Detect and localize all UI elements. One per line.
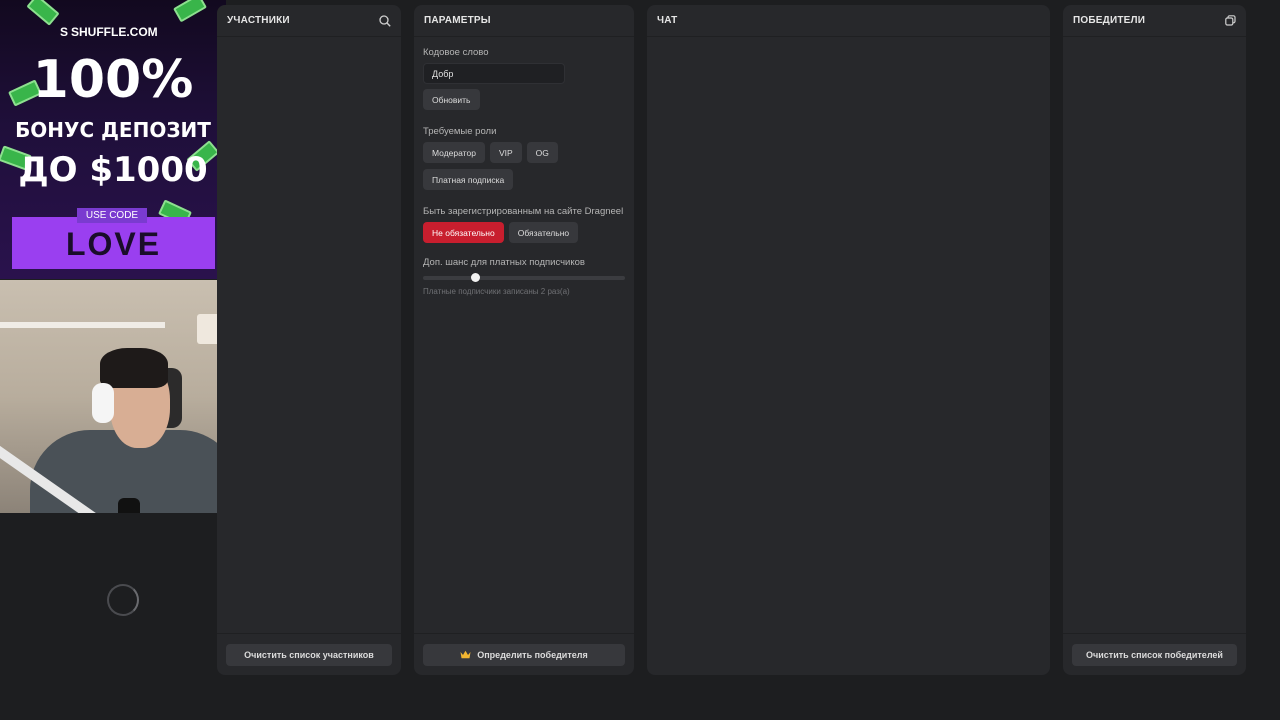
- role-moderator-button[interactable]: Модератор: [423, 142, 485, 163]
- role-vip-button[interactable]: VIP: [489, 142, 522, 163]
- ad-brand: S SHUFFLE.COM: [60, 25, 158, 39]
- clear-participants-button[interactable]: Очистить список участников: [226, 643, 392, 666]
- chat-panel: ЧАТ: [647, 5, 1050, 675]
- role-paid-subscription-button[interactable]: Платная подписка: [423, 169, 514, 190]
- chance-slider[interactable]: [423, 273, 625, 282]
- parameters-header: ПАРАМЕТРЫ: [414, 5, 634, 37]
- ad-amount: ДО $1000: [18, 150, 208, 190]
- ad-headline: 100%: [32, 50, 194, 110]
- shelf: [0, 322, 165, 328]
- crown-icon: [460, 650, 471, 659]
- copy-icon[interactable]: [1225, 15, 1236, 26]
- update-button[interactable]: Обновить: [423, 89, 480, 110]
- chance-label: Доп. шанс для платных подписчиков: [423, 257, 585, 268]
- role-og-button[interactable]: OG: [526, 142, 558, 163]
- shuffle-ad-banner: S SHUFFLE.COM 100% БОНУС ДЕПОЗИТ ДО $100…: [0, 0, 226, 279]
- parameters-panel: ПАРАМЕТРЫ Кодовое слово Добр Обновить Тр…: [414, 5, 634, 675]
- clear-winners-button[interactable]: Очистить список победителей: [1072, 643, 1237, 666]
- parameters-footer: Определить победителя: [414, 633, 634, 675]
- participants-header: УЧАСТНИКИ: [217, 5, 401, 37]
- winners-header: ПОБЕДИТЕЛИ: [1063, 5, 1246, 37]
- chance-hint: Платные подписчики записаны 2 раз(а): [423, 287, 570, 296]
- winners-footer: Очистить список победителей: [1063, 633, 1246, 675]
- microphone: [118, 498, 140, 513]
- loading-spinner-icon: [107, 584, 139, 616]
- keyword-input[interactable]: Добр: [423, 63, 565, 84]
- participants-title: УЧАСТНИКИ: [227, 15, 290, 26]
- winners-title: ПОБЕДИТЕЛИ: [1073, 15, 1146, 26]
- money-bill-decoration: [173, 0, 207, 23]
- shuffle-logo-icon: S: [60, 25, 69, 39]
- ad-subline: БОНУС ДЕПОЗИТ: [15, 118, 211, 142]
- participants-footer: Очистить список участников: [217, 633, 401, 675]
- registered-optional-button[interactable]: Не обязательно: [423, 222, 504, 243]
- chat-title: ЧАТ: [657, 15, 678, 26]
- winners-panel: ПОБЕДИТЕЛИ Очистить список победителей: [1063, 5, 1246, 675]
- headphones: [92, 383, 114, 423]
- streamer-hair: [100, 348, 168, 388]
- chat-header: ЧАТ: [647, 5, 1050, 37]
- registered-required-button[interactable]: Обязательно: [508, 222, 579, 243]
- ad-use-code-label: USE CODE: [77, 208, 147, 223]
- required-roles-label: Требуемые роли: [423, 126, 497, 137]
- registered-label: Быть зарегистрированным на сайте Dragnee…: [423, 206, 624, 217]
- determine-winner-button[interactable]: Определить победителя: [423, 643, 625, 666]
- parameters-title: ПАРАМЕТРЫ: [424, 15, 491, 26]
- keyword-label: Кодовое слово: [423, 47, 489, 58]
- ad-code-box: LOVE: [12, 217, 215, 269]
- chance-slider-thumb[interactable]: [471, 273, 481, 282]
- determine-winner-label: Определить победителя: [477, 649, 588, 660]
- participants-panel: УЧАСТНИКИ Очистить список участников: [217, 5, 401, 675]
- money-bill-decoration: [26, 0, 60, 26]
- search-icon[interactable]: [379, 14, 391, 27]
